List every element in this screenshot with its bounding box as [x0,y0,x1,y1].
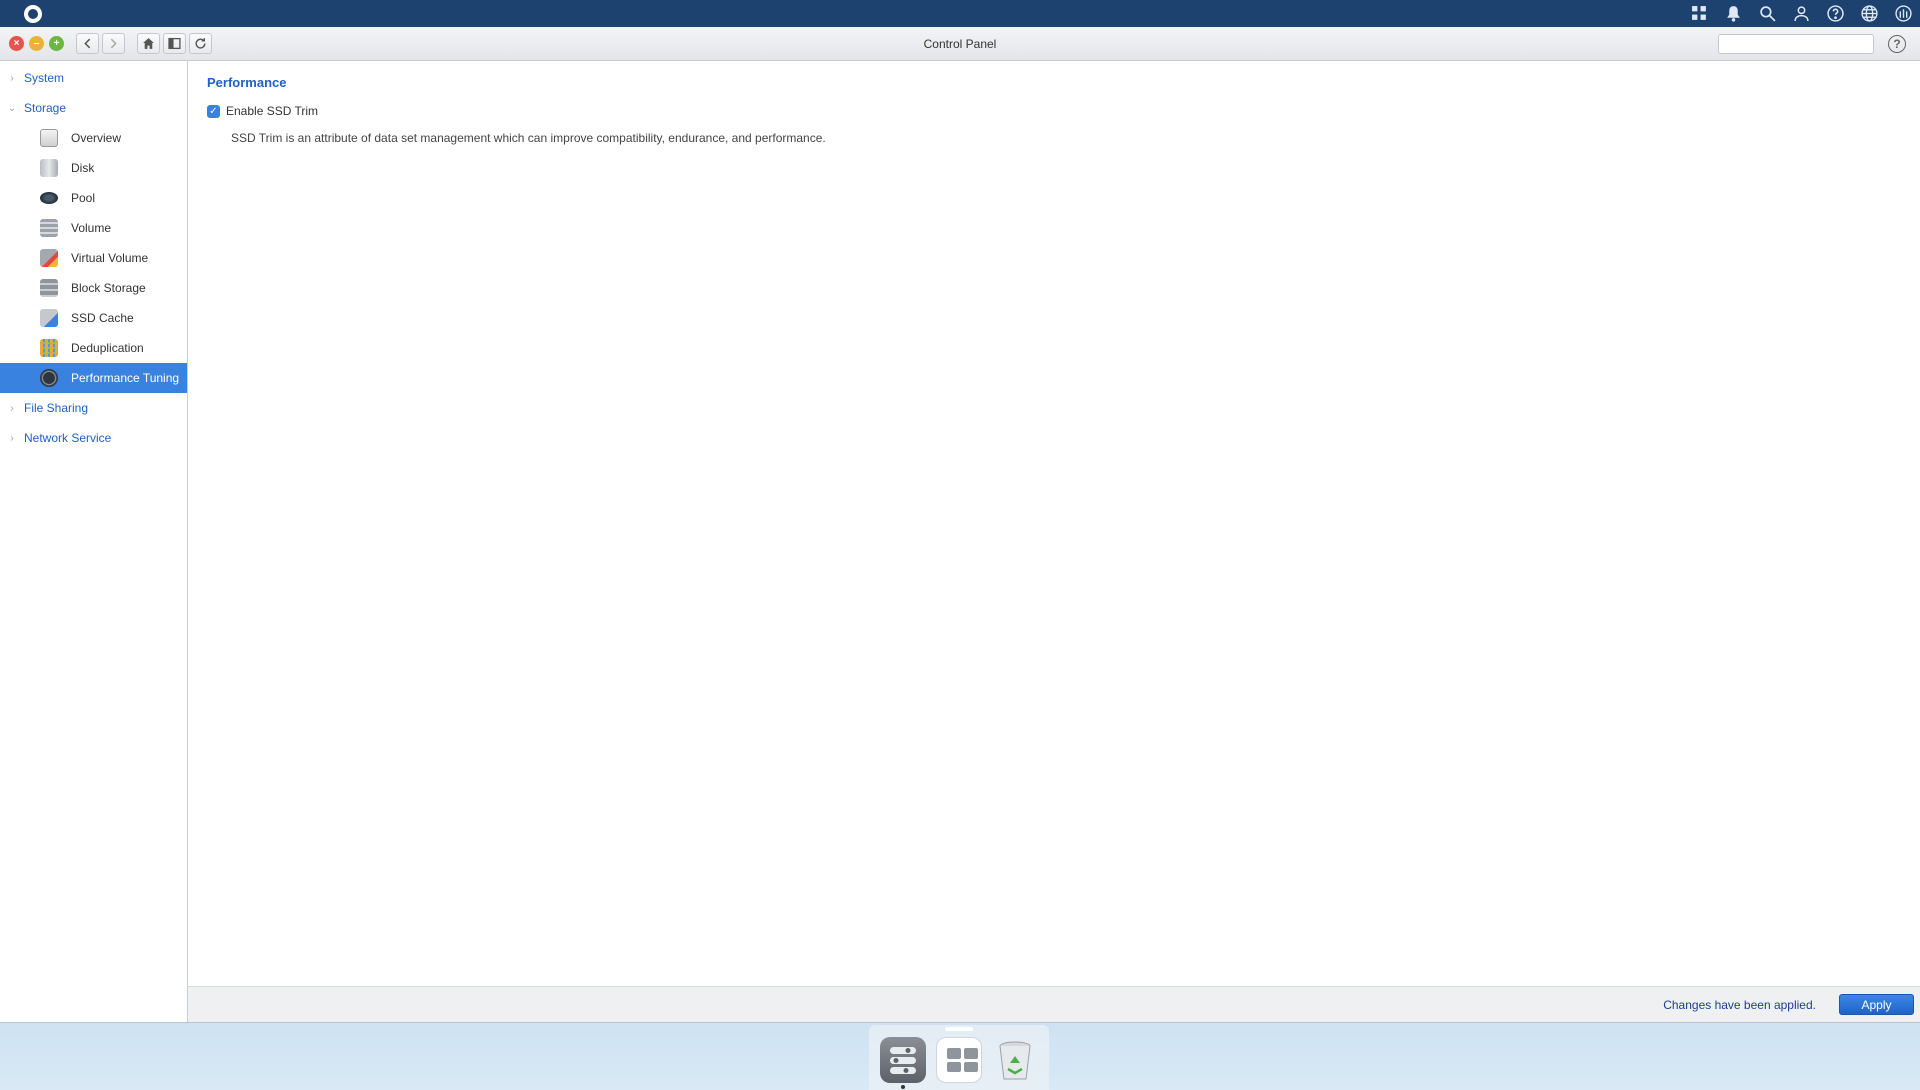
sidebar-item-label: SSD Cache [71,311,134,325]
sidebar-category-network-service[interactable]: › Network Service [0,423,187,453]
window-title: Control Panel [923,37,997,51]
sidebar-item-virtual-volume[interactable]: Virtual Volume [0,243,187,273]
sidebar-category-label: Network Service [24,431,112,445]
chevron-down-icon: ⌄ [7,102,17,114]
home-button[interactable] [137,33,160,54]
view-buttons [137,33,212,54]
sidebar-category-label: System [24,71,65,85]
disk-icon [40,159,58,177]
toggle-sidebar-button[interactable] [163,33,186,54]
sidebar-category-storage[interactable]: ⌄ Storage [0,93,187,123]
help-button[interactable]: ? [1888,35,1906,53]
pool-icon [40,192,58,204]
sidebar-item-overview[interactable]: Overview [0,123,187,153]
sidebar-category-label: Storage [24,101,67,115]
control-panel-dock-icon[interactable] [880,1037,926,1083]
sidebar-item-disk[interactable]: Disk [0,153,187,183]
ssd-trim-label: Enable SSD Trim [226,104,319,118]
sidebar-item-label: Volume [71,221,112,235]
system-tray [1682,0,1920,27]
main-menu-dock-icon[interactable] [936,1037,982,1083]
volume-icon [40,219,58,237]
sidebar-item-deduplication[interactable]: Deduplication [0,333,187,363]
control-panel-window: × – + Control Panel ? › System ⌄ Storage… [0,27,1920,1023]
status-message: Changes have been applied. [1663,998,1816,1012]
help-icon[interactable] [1818,0,1852,27]
main-panel: Performance ✓ Enable SSD Trim SSD Trim i… [188,61,1920,1022]
window-titlebar[interactable]: × – + Control Panel ? [0,27,1920,61]
sidebar-item-block-storage[interactable]: Block Storage [0,273,187,303]
sidebar-item-performance-tuning[interactable]: Performance Tuning [0,363,187,393]
search-icon[interactable] [1750,0,1784,27]
search-input[interactable] [1728,36,1883,52]
ssd-cache-icon [40,309,58,327]
chevron-right-icon: › [10,402,14,414]
window-controls: × – + [9,36,64,51]
globe-icon[interactable] [1852,0,1886,27]
recycle-bin-icon[interactable] [992,1037,1038,1083]
apps-grid-icon[interactable] [1682,0,1716,27]
sidebar-item-label: Overview [71,131,122,145]
sidebar-item-label: Deduplication [71,341,144,355]
system-top-bar [0,0,1920,27]
sidebar: › System ⌄ Storage Overview Disk Pool Vo… [0,61,188,1022]
sidebar-category-file-sharing[interactable]: › File Sharing [0,393,187,423]
sidebar-item-label: Pool [71,191,96,205]
chevron-right-icon: › [10,432,14,444]
sidebar-category-label: File Sharing [24,401,89,415]
close-window-button[interactable]: × [9,36,24,51]
os-logo-icon[interactable] [24,4,42,23]
sidebar-item-label: Disk [71,161,95,175]
ssd-trim-description: SSD Trim is an attribute of data set man… [231,131,826,145]
content-area: › System ⌄ Storage Overview Disk Pool Vo… [0,61,1920,1022]
maximize-window-button[interactable]: + [49,36,64,51]
navigation-buttons [76,33,125,54]
sidebar-item-label: Performance Tuning [71,371,180,385]
section-title: Performance [207,75,287,90]
minimize-window-button[interactable]: – [29,36,44,51]
sidebar-item-pool[interactable]: Pool [0,183,187,213]
overview-icon [40,129,58,147]
sidebar-item-label: Block Storage [71,281,146,295]
system-info-icon[interactable] [1886,0,1920,27]
ssd-trim-checkbox[interactable]: ✓ [207,104,220,118]
back-button[interactable] [76,33,99,54]
ssd-trim-option[interactable]: ✓ Enable SSD Trim [207,104,318,118]
sidebar-category-system[interactable]: › System [0,63,187,93]
footer-bar: Changes have been applied. Apply [188,986,1920,1022]
apply-button[interactable]: Apply [1839,994,1914,1015]
virtual-volume-icon [40,249,58,267]
dock [869,1025,1049,1090]
sidebar-item-label: Virtual Volume [71,251,149,265]
chevron-right-icon: › [10,72,14,84]
refresh-button[interactable] [189,33,212,54]
search-field[interactable] [1718,34,1883,54]
sidebar-item-ssd-cache[interactable]: SSD Cache [0,303,187,333]
deduplication-icon [40,339,58,357]
notification-bell-icon[interactable] [1716,0,1750,27]
forward-button[interactable] [102,33,125,54]
block-storage-icon [40,279,58,297]
user-icon[interactable] [1784,0,1818,27]
dock-handle[interactable] [945,1027,973,1031]
performance-tuning-icon [40,369,58,387]
running-indicator [901,1085,905,1089]
sidebar-item-volume[interactable]: Volume [0,213,187,243]
